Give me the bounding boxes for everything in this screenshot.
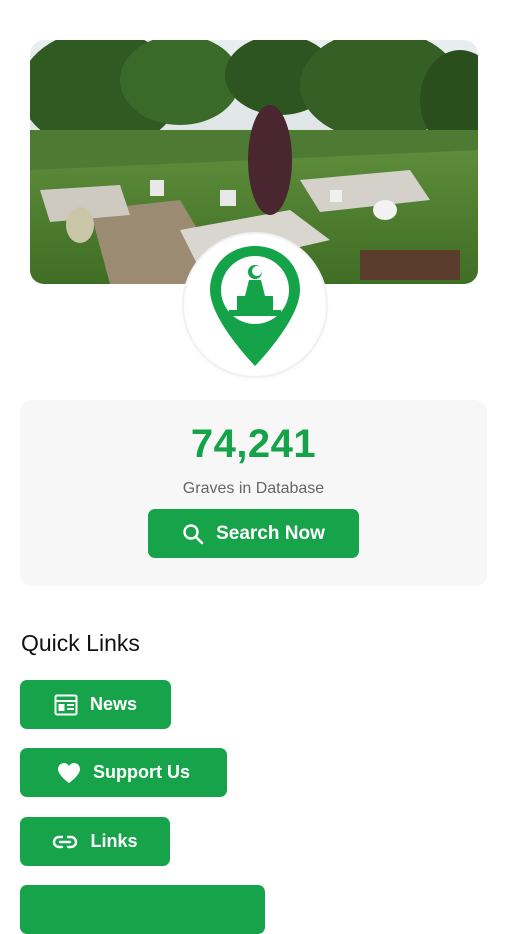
grave-count: 74,241: [190, 422, 317, 466]
heart-icon: [58, 762, 80, 783]
search-icon: [183, 523, 204, 544]
quick-link-news-label: News: [89, 694, 138, 714]
quick-link-news[interactable]: News: [20, 680, 171, 729]
quick-link-links[interactable]: Links: [20, 817, 170, 866]
quick-links-title: Quick Links: [21, 630, 140, 656]
map-pin-grave-icon: [210, 246, 300, 366]
quick-link-support-us[interactable]: Support Us: [20, 748, 227, 797]
quick-link-links-label: Links: [90, 831, 138, 851]
quick-link-item[interactable]: [20, 885, 265, 934]
link-icon: [53, 835, 78, 848]
quick-link-support-us-label: Support Us: [93, 762, 190, 782]
newspaper-icon: [54, 694, 78, 715]
grave-count-label: Graves in Database: [182, 480, 325, 497]
search-now-label: Search Now: [216, 522, 325, 544]
stats-card: 74,241 Graves in Database Search Now: [20, 400, 487, 586]
app-logo: [184, 234, 326, 376]
search-now-button[interactable]: Search Now: [148, 509, 359, 558]
